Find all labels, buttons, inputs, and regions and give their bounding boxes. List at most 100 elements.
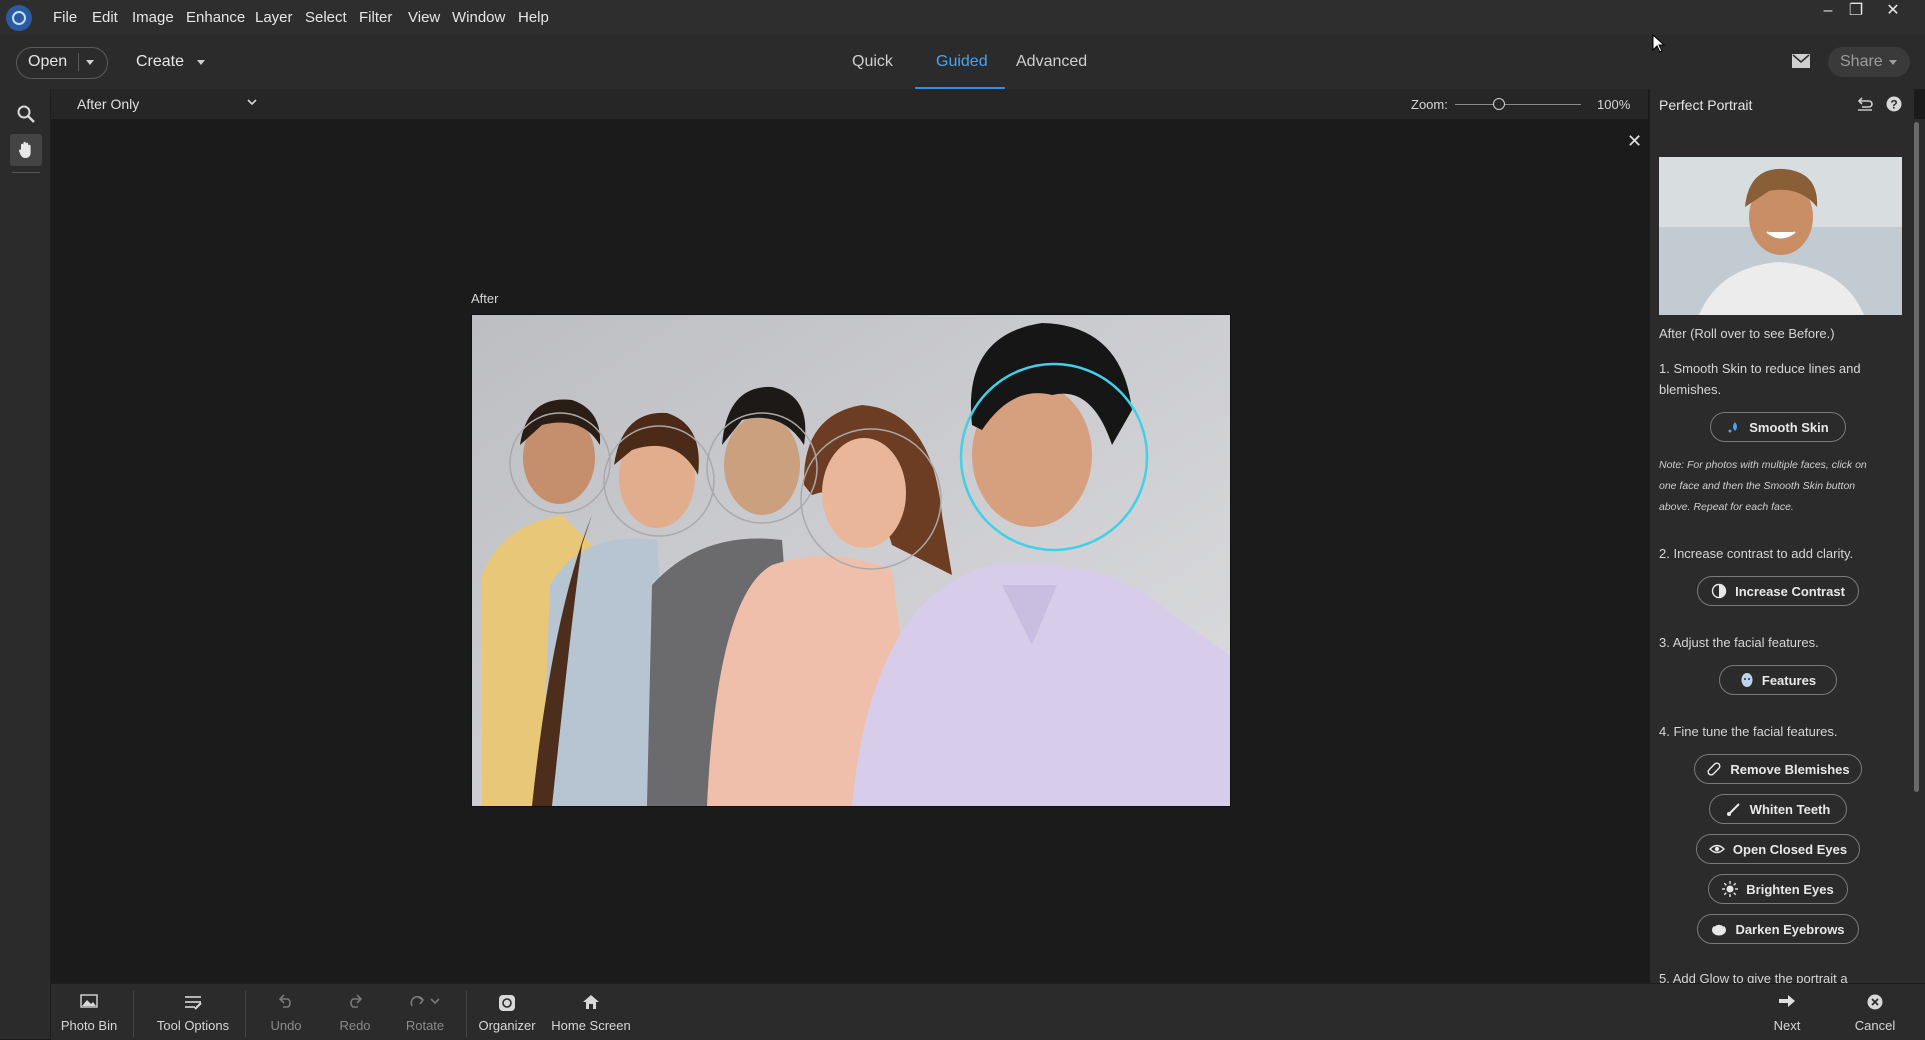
zoom-tool-icon[interactable] [16,104,36,124]
features-button[interactable]: Features [1719,665,1837,695]
bandage-icon [1707,762,1721,776]
tool-options-icon [185,996,202,1010]
open-button-label[interactable]: Open [28,53,67,71]
step-2-text: 2. Increase contrast to add clarity. [1659,546,1854,561]
darken-eyebrows-button[interactable]: Darken Eyebrows [1697,914,1859,944]
open-closed-eyes-button[interactable]: Open Closed Eyes [1696,834,1860,864]
portrait-photo[interactable] [471,314,1231,807]
increase-contrast-button[interactable]: Increase Contrast [1697,576,1859,606]
cancel-button[interactable]: Cancel [1830,990,1920,1033]
menu-file[interactable]: File [53,9,77,26]
zoom-label: Zoom: [1411,97,1448,112]
multiple-faces-note: Note: For photos with multiple faces, cl… [1659,459,1867,513]
menu-filter[interactable]: Filter [359,9,392,26]
tab-quick[interactable]: Quick [852,53,893,71]
create-button[interactable]: Create [136,53,184,71]
organizer-label: Organizer [478,1018,536,1033]
next-button[interactable]: Next [1742,990,1832,1033]
preview-thumbnail[interactable] [1659,157,1902,315]
whiten-teeth-button[interactable]: Whiten Teeth [1709,794,1847,824]
face-features-icon [1741,673,1753,687]
feedback-mail-icon[interactable] [1792,54,1810,68]
zoom-slider-track[interactable] [1455,104,1581,105]
svg-text:?: ? [1890,98,1897,112]
menu-enhance[interactable]: Enhance [186,9,245,26]
redo-label: Redo [339,1018,371,1033]
menu-help[interactable]: Help [518,9,549,26]
open-closed-eyes-label: Open Closed Eyes [1732,841,1848,857]
tool-options-label: Tool Options [156,1018,230,1033]
smooth-skin-label: Smooth Skin [1749,419,1829,435]
whiten-teeth-label: Whiten Teeth [1749,801,1831,817]
photo-bin-icon [80,994,98,1008]
step-5-text: 5. Add Glow to give the portrait a [1659,971,1848,983]
group-portrait-illustration [472,315,1230,806]
menu-view[interactable]: View [408,9,440,26]
close-window-icon[interactable]: ✕ [1880,2,1906,20]
contrast-icon [1711,583,1727,599]
home-screen-button[interactable]: Home Screen [546,990,636,1033]
view-mode-select[interactable]: After Only [77,96,139,112]
next-label: Next [1773,1018,1801,1033]
open-dropdown-icon[interactable] [86,60,94,65]
help-icon[interactable]: ? [1886,96,1902,112]
step-3-text: 3. Adjust the facial features. [1659,635,1819,650]
minimize-icon[interactable]: ‒ [1815,2,1841,20]
zoom-slider-handle[interactable] [1493,98,1506,110]
darken-eyebrows-label: Darken Eyebrows [1735,921,1845,937]
share-button-label[interactable]: Share [1840,53,1883,71]
organizer-icon [499,995,515,1011]
photo-bin-label: Photo Bin [60,1018,118,1033]
undo-label: Undo [270,1018,302,1033]
close-canvas-icon[interactable]: ✕ [1627,131,1642,152]
smooth-skin-icon [1728,422,1738,433]
rotate-icon [410,995,440,1007]
photo-bin-button[interactable]: Photo Bin [44,990,134,1033]
preview-thumbnail-illustration [1659,157,1902,315]
share-dropdown-icon[interactable] [1889,60,1897,65]
tools-panel [0,89,51,1039]
menu-image[interactable]: Image [132,9,174,26]
rotate-button[interactable]: Rotate [380,990,470,1033]
brighten-eyes-button[interactable]: Brighten Eyes [1708,874,1848,904]
arrow-right-icon [1779,995,1795,1007]
panel-title: Perfect Portrait [1659,97,1753,113]
app-logo-icon[interactable] [6,5,32,31]
organizer-button[interactable]: Organizer [462,990,552,1033]
menu-select[interactable]: Select [305,9,347,26]
remove-blemishes-button[interactable]: Remove Blemishes [1694,754,1862,784]
sun-icon [1722,881,1739,897]
eye-icon [1708,844,1725,854]
tab-advanced[interactable]: Advanced [1016,53,1087,71]
step-4-text: 4. Fine tune the facial features. [1659,724,1838,739]
tab-guided[interactable]: Guided [936,53,988,71]
bottom-divider [133,991,134,1037]
cancel-icon [1867,994,1883,1010]
menu-layer[interactable]: Layer [255,9,293,26]
thumbnail-caption: After (Roll over to see Before.) [1659,326,1835,341]
open-divider [78,53,79,71]
panel-scrollbar-thumb[interactable] [1914,122,1919,792]
tool-options-button[interactable]: Tool Options [148,990,238,1033]
reset-panel-icon[interactable] [1857,97,1873,111]
restore-icon[interactable]: ❐ [1843,2,1869,20]
chevron-down-icon[interactable] [247,99,257,106]
home-screen-label: Home Screen [551,1018,631,1033]
eyebrow-icon [1712,923,1727,936]
redo-icon [350,994,363,1008]
menu-window[interactable]: Window [452,9,505,26]
after-label: After [471,291,499,306]
tools-divider [12,172,40,173]
home-icon [583,995,599,1009]
features-label: Features [1761,672,1817,688]
increase-contrast-label: Increase Contrast [1735,583,1845,599]
zoom-value: 100% [1597,97,1631,112]
step-1-text: 1. Smooth Skin to reduce lines and blemi… [1659,361,1861,397]
view-options-bar [51,89,1648,119]
smooth-skin-button[interactable]: Smooth Skin [1710,412,1846,442]
menu-edit[interactable]: Edit [92,9,118,26]
create-dropdown-icon[interactable] [197,60,205,65]
hand-tool-icon[interactable] [16,140,36,160]
remove-blemishes-label: Remove Blemishes [1730,761,1850,777]
mouse-cursor-icon [1652,34,1666,53]
